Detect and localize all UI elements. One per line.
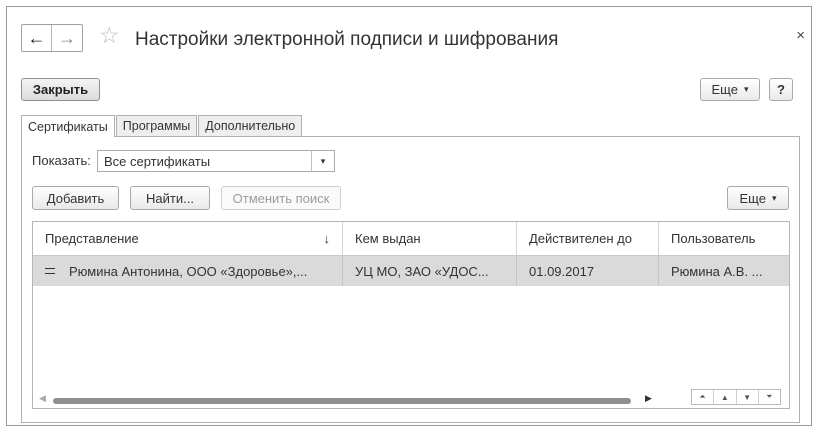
help-label: ? — [777, 82, 785, 97]
row-presentation-text: Рюмина Антонина, ООО «Здоровье»,... — [69, 263, 308, 279]
show-filter-select[interactable]: Все сертификаты ▾ — [97, 150, 335, 172]
find-button[interactable]: Найти... — [130, 186, 210, 210]
close-button-label: Закрыть — [32, 82, 89, 97]
tab-additional[interactable]: Дополнительно — [198, 115, 303, 136]
column-header-presentation[interactable]: Представление ↓ — [33, 222, 342, 255]
certificates-panel: Показать: Все сертификаты ▾ Добавить Най… — [21, 136, 800, 423]
tab-strip: Сертификаты Программы Дополнительно — [21, 115, 303, 137]
navigation-buttons: ← → — [21, 24, 83, 52]
nav-first-icon[interactable]: ⏶ — [692, 390, 715, 404]
scroll-left-icon[interactable]: ◀ — [39, 393, 46, 404]
close-button[interactable]: Закрыть — [21, 78, 100, 101]
column-header-label: Представление — [45, 231, 139, 246]
certificate-row-icon — [45, 268, 55, 274]
nav-next-icon[interactable]: ▼ — [737, 390, 759, 404]
row-issued-by-cell: УЦ МО, ЗАО «УДОС... — [342, 256, 516, 286]
row-user-cell: Рюмина А.В. ... — [658, 256, 789, 286]
settings-window: ← → ☆ Настройки электронной подписи и ши… — [6, 6, 812, 426]
show-filter-label: Показать: — [32, 153, 91, 168]
scroll-right-icon[interactable]: ▶ — [645, 393, 652, 404]
more-actions-button[interactable]: Еще ▾ — [700, 78, 760, 101]
table-header: Представление ↓ Кем выдан Действителен д… — [33, 222, 789, 256]
sort-arrow-icon: ↓ — [323, 231, 331, 246]
add-button-label: Добавить — [46, 190, 105, 206]
list-navigation: ⏶ ▲ ▼ ⏷ — [691, 389, 781, 405]
table-more-button[interactable]: Еще ▾ — [727, 186, 789, 210]
favorite-star-icon[interactable]: ☆ — [99, 24, 120, 47]
chevron-down-icon: ▾ — [743, 84, 749, 94]
tab-programs[interactable]: Программы — [115, 115, 198, 136]
table-more-label: Еще — [739, 190, 766, 206]
row-valid-to-cell: 01.09.2017 — [516, 256, 658, 286]
more-actions-label: Еще — [711, 82, 738, 97]
back-button[interactable]: ← — [22, 25, 52, 51]
help-button[interactable]: ? — [769, 78, 793, 101]
add-button[interactable]: Добавить — [32, 186, 119, 210]
row-presentation-cell: Рюмина Антонина, ООО «Здоровье»,... — [33, 256, 342, 286]
dropdown-arrow-icon[interactable]: ▾ — [311, 151, 334, 171]
certificates-table: Представление ↓ Кем выдан Действителен д… — [32, 221, 790, 409]
title-bar: ← → ☆ Настройки электронной подписи и ши… — [7, 7, 811, 55]
find-button-label: Найти... — [146, 190, 194, 206]
close-window-icon[interactable]: × — [796, 27, 805, 44]
forward-button[interactable]: → — [52, 25, 82, 51]
window-title: Настройки электронной подписи и шифрован… — [135, 29, 559, 50]
table-row[interactable]: Рюмина Антонина, ООО «Здоровье»,... УЦ М… — [33, 256, 789, 286]
cancel-search-label: Отменить поиск — [232, 190, 330, 206]
column-header-valid-to[interactable]: Действителен до — [516, 222, 658, 255]
nav-prev-icon[interactable]: ▲ — [714, 390, 737, 404]
nav-last-icon[interactable]: ⏷ — [759, 390, 780, 404]
column-header-user[interactable]: Пользователь — [658, 222, 789, 255]
column-header-issued-by[interactable]: Кем выдан — [342, 222, 516, 255]
cancel-search-button[interactable]: Отменить поиск — [221, 186, 341, 210]
horizontal-scrollbar[interactable] — [53, 398, 631, 404]
tab-certificates[interactable]: Сертификаты — [21, 115, 115, 137]
chevron-down-icon: ▾ — [771, 192, 777, 203]
show-filter-value: Все сертификаты — [104, 154, 211, 169]
